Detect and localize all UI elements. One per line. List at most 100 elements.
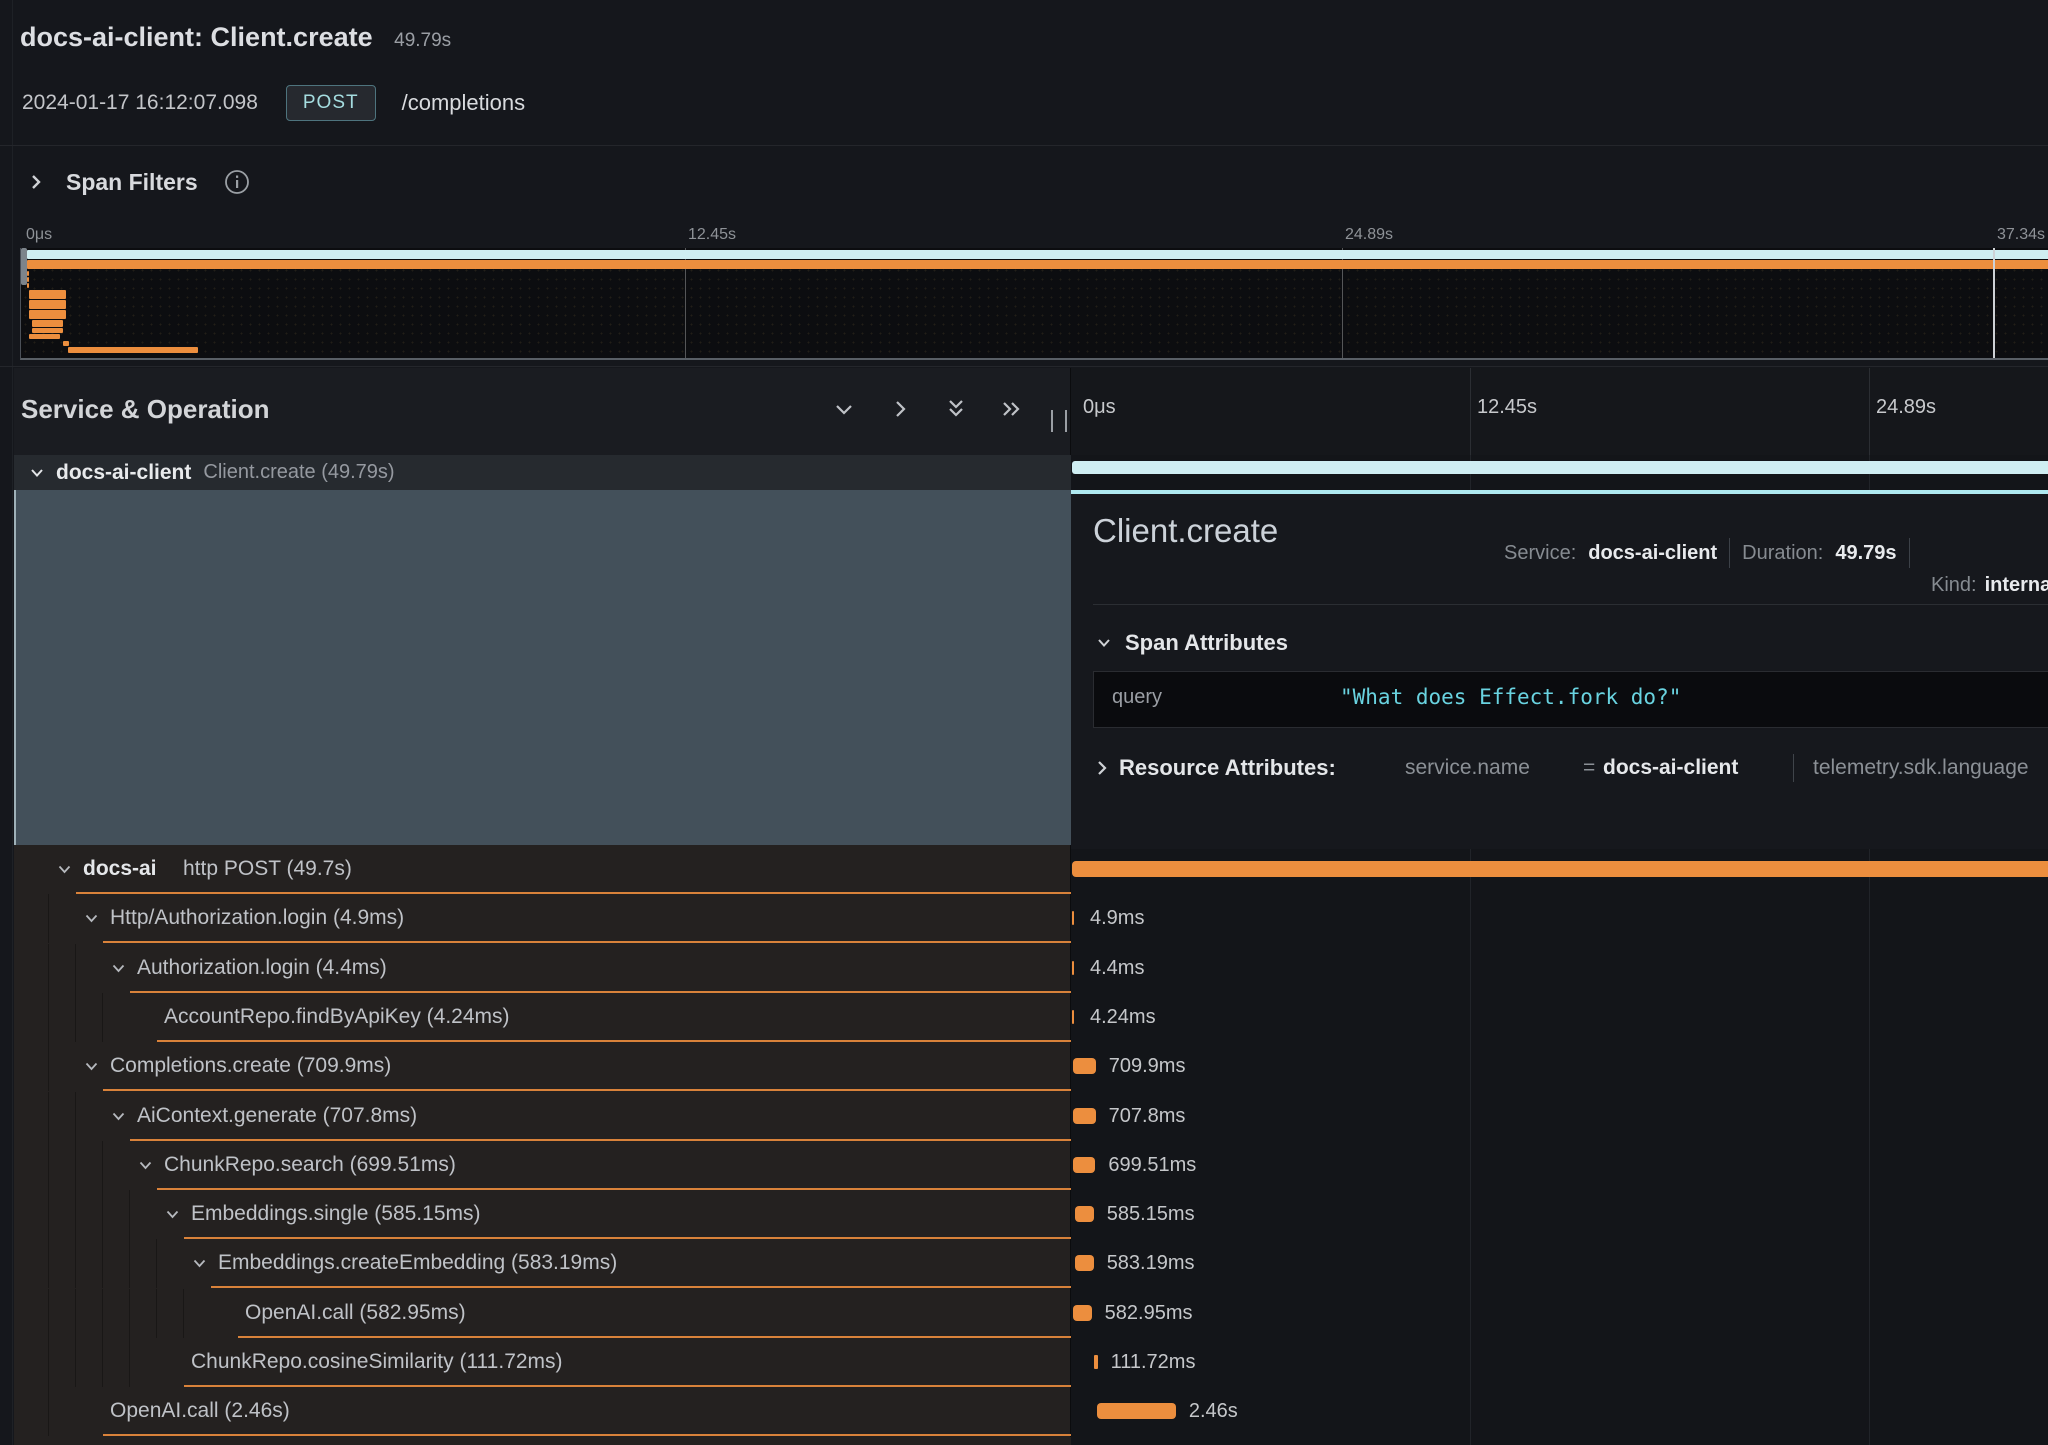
span-name: AccountRepo.findByApiKey (4.24ms) xyxy=(164,1005,510,1029)
minimap-viewport-handle-right[interactable] xyxy=(1993,248,1995,358)
service-operation-header: Service & Operation xyxy=(14,368,1071,456)
span-row-label-cell[interactable]: AccountRepo.findByApiKey (4.24ms) xyxy=(14,993,1071,1042)
collapse-all-icon double-chevron-down-icon[interactable] xyxy=(945,398,967,420)
span-color-underline xyxy=(103,941,1071,943)
info-icon[interactable] xyxy=(224,169,250,195)
chevron-down-icon[interactable] xyxy=(30,468,44,478)
span-row-bar-cell[interactable]: 583.19ms xyxy=(1072,1239,2048,1288)
span-name: OpenAI.call (582.95ms) xyxy=(245,1301,466,1325)
span-row-bar-cell[interactable]: 4.9ms xyxy=(1072,894,2048,943)
span-row-bar-cell[interactable]: 709.9ms xyxy=(1072,1042,2048,1091)
indent-guides xyxy=(48,944,102,993)
chevron-down-icon[interactable] xyxy=(85,1062,98,1071)
span-bar[interactable] xyxy=(1097,1403,1176,1419)
span-bar[interactable] xyxy=(1072,911,1074,925)
span-row[interactable]: AccountRepo.findByApiKey (4.24ms) 4.24ms xyxy=(0,993,2048,1042)
span-row-bar-cell[interactable]: 585.15ms xyxy=(1072,1190,2048,1239)
trace-operation-name: Client.create xyxy=(211,22,373,52)
minimap-viewport-handle-left[interactable] xyxy=(21,248,27,285)
span-bar[interactable] xyxy=(1075,1255,1094,1271)
span-row-label-cell[interactable]: AiContext.generate (707.8ms) xyxy=(14,1092,1071,1141)
chevron-right-icon[interactable] xyxy=(1097,760,1107,776)
span-color-underline xyxy=(103,1434,1071,1436)
span-row[interactable]: Embeddings.createEmbedding (583.19ms) 58… xyxy=(0,1239,2048,1288)
span-duration-label: 583.19ms xyxy=(1107,1252,1195,1275)
span-row-label-cell[interactable]: Authorization.login (4.4ms) xyxy=(14,944,1071,993)
minimap-span-bar xyxy=(68,347,198,353)
span-name: Http/Authorization.login (4.9ms) xyxy=(110,906,404,930)
span-row-label-cell[interactable]: Completions.create (709.9ms) xyxy=(14,1042,1071,1091)
attribute-value: "What does Effect.fork do?" xyxy=(1340,685,1681,709)
timeline-ruler: 0μs 12.45s 24.89s xyxy=(1071,368,2048,456)
expand-one-icon chevron-right-icon[interactable] xyxy=(889,398,911,420)
chevron-down-icon[interactable] xyxy=(112,964,125,973)
span-row-label-cell[interactable]: ChunkRepo.cosineSimilarity (111.72ms) xyxy=(14,1338,1071,1387)
span-row-bar-cell[interactable]: 4.24ms xyxy=(1072,993,2048,1042)
span-row-label-cell[interactable]: Embeddings.createEmbedding (583.19ms) xyxy=(14,1239,1071,1288)
span-bar[interactable] xyxy=(1073,1305,1092,1321)
chevron-down-icon[interactable] xyxy=(166,1210,179,1219)
span-row[interactable]: Authorization.login (4.4ms) 4.4ms xyxy=(0,944,2048,993)
indent-guides xyxy=(48,1289,210,1338)
column-resize-grip[interactable] xyxy=(1051,410,1067,432)
span-row-bar-cell[interactable]: 4.4ms xyxy=(1072,944,2048,993)
collapse-one-icon chevron-down-icon[interactable] xyxy=(833,398,855,420)
span-name: Embeddings.createEmbedding (583.19ms) xyxy=(218,1251,617,1275)
indent-guides xyxy=(48,894,75,943)
span-filters-toggle[interactable]: Span Filters xyxy=(30,160,250,204)
span-row-label-cell[interactable]: docs-ai http POST (49.7s) xyxy=(14,845,1071,894)
span-row[interactable]: ChunkRepo.search (699.51ms) 699.51ms xyxy=(0,1141,2048,1190)
span-row[interactable]: docs-ai http POST (49.7s) xyxy=(0,845,2048,894)
chevron-down-icon[interactable] xyxy=(193,1259,206,1268)
span-row-bar-cell[interactable]: 707.8ms xyxy=(1072,1092,2048,1141)
chevron-down-icon[interactable] xyxy=(112,1112,125,1121)
span-row-label-cell[interactable]: ChunkRepo.search (699.51ms) xyxy=(14,1141,1071,1190)
chevron-down-icon[interactable] xyxy=(58,865,71,874)
span-bar[interactable] xyxy=(1094,1355,1098,1369)
chevron-down-icon[interactable] xyxy=(1097,638,1111,648)
span-row[interactable]: Embeddings.single (585.15ms) 585.15ms xyxy=(0,1190,2048,1239)
span-row-bar-cell[interactable]: 2.46s xyxy=(1072,1387,2048,1436)
span-bar[interactable] xyxy=(1075,1206,1094,1222)
minimap-tick-label: 12.45s xyxy=(688,226,736,244)
span-row-label-cell[interactable]: OpenAI.call (582.95ms) xyxy=(14,1289,1071,1338)
span-row[interactable]: Http/Authorization.login (4.9ms) 4.9ms xyxy=(0,894,2048,943)
span-row-bar-cell[interactable]: 582.95ms xyxy=(1072,1289,2048,1338)
span-row-partial xyxy=(14,1437,1071,1445)
span-row-label-cell[interactable]: Embeddings.single (585.15ms) xyxy=(14,1190,1071,1239)
span-duration-label: 2.46s xyxy=(1189,1400,1238,1423)
span-row-bar-cell[interactable]: 111.72ms xyxy=(1072,1338,2048,1387)
chevron-right-icon[interactable] xyxy=(30,173,42,191)
span-row-label-cell[interactable]: OpenAI.call (2.46s) xyxy=(14,1387,1071,1436)
indent-guides xyxy=(48,993,129,1042)
span-row[interactable]: OpenAI.call (582.95ms) 582.95ms xyxy=(0,1289,2048,1338)
span-row-label-cell[interactable]: Http/Authorization.login (4.9ms) xyxy=(14,894,1071,943)
chevron-down-icon[interactable] xyxy=(85,914,98,923)
span-row-selected[interactable]: docs-ai-client Client.create (49.79s) xyxy=(14,455,1071,492)
trace-minimap[interactable] xyxy=(20,248,2048,360)
span-bar[interactable] xyxy=(1072,861,2048,877)
span-bar[interactable] xyxy=(1072,1010,1074,1024)
span-row[interactable]: Completions.create (709.9ms) 709.9ms xyxy=(0,1042,2048,1091)
chevron-down-icon[interactable] xyxy=(139,1161,152,1170)
span-bar[interactable] xyxy=(1072,961,1074,975)
service-label: Service: xyxy=(1504,542,1576,565)
span-name: ChunkRepo.search (699.51ms) xyxy=(164,1153,456,1177)
expand-all-icon double-chevron-right-icon[interactable] xyxy=(1001,398,1023,420)
span-row-bar-cell[interactable] xyxy=(1072,845,2048,894)
span-detail-backdrop xyxy=(14,490,1073,845)
span-row[interactable]: ChunkRepo.cosineSimilarity (111.72ms) 11… xyxy=(0,1338,2048,1387)
indent-guides xyxy=(48,1338,156,1387)
minimap-span-bar xyxy=(27,260,2048,269)
span-bar-selected[interactable] xyxy=(1072,461,2048,474)
span-bar[interactable] xyxy=(1073,1058,1096,1074)
span-row[interactable]: AiContext.generate (707.8ms) 707.8ms xyxy=(0,1092,2048,1141)
span-row[interactable]: OpenAI.call (2.46s) 2.46s xyxy=(0,1387,2048,1436)
span-row-bar-cell[interactable]: 699.51ms xyxy=(1072,1141,2048,1190)
span-bar[interactable] xyxy=(1073,1108,1096,1124)
span-attributes-toggle[interactable]: Span Attributes xyxy=(1097,630,1288,656)
span-service: docs-ai xyxy=(83,857,157,881)
span-duration-label: 707.8ms xyxy=(1109,1105,1186,1128)
span-name: Completions.create (709.9ms) xyxy=(110,1054,391,1078)
span-bar[interactable] xyxy=(1073,1157,1095,1173)
